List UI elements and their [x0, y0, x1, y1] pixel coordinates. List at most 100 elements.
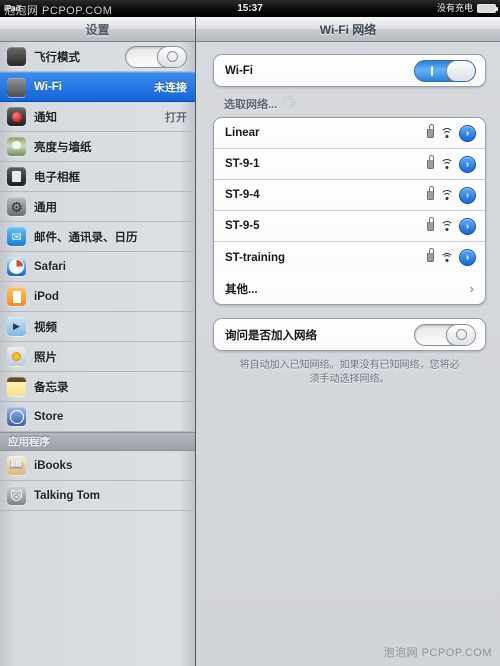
network-row-accessories: ›	[427, 185, 476, 204]
network-detail-chevron-icon[interactable]: ›	[459, 217, 476, 235]
ask-to-join-footnote: 将自动加入已知网络。如果没有已知网络，您将必须手动选择网络。	[239, 360, 460, 385]
network-name: ST-9-4	[225, 189, 260, 201]
sidebar-section-header-apps: 应用程序	[0, 432, 195, 451]
ask-to-join-row[interactable]: 询问是否加入网络	[214, 319, 485, 350]
sidebar-item-value: 打开	[165, 111, 187, 124]
airplane-mode-toggle-switch[interactable]	[125, 45, 187, 68]
airplane-icon	[7, 47, 26, 66]
network-detail-chevron-icon[interactable]: ›	[459, 124, 476, 142]
wifi-signal-icon	[440, 128, 453, 138]
store-icon	[7, 407, 26, 426]
wifi-signal-icon	[440, 190, 453, 200]
network-row[interactable]: ST-training ›	[214, 242, 485, 273]
safari-icon	[7, 257, 26, 276]
choose-network-label: 选取网络...	[224, 99, 278, 111]
sidebar-item-7[interactable]: Safari	[0, 252, 195, 282]
network-row[interactable]: ST-9-5 ›	[214, 211, 485, 242]
sidebar-item-label: 通知	[34, 111, 57, 124]
sidebar-item-3[interactable]: 亮度与墙纸	[0, 132, 195, 162]
sidebar-item-label: 亮度与墙纸	[34, 141, 92, 154]
settings-title: 设置	[85, 22, 110, 37]
general-gear-icon	[7, 197, 26, 216]
ask-to-join-group: 询问是否加入网络	[213, 318, 486, 351]
wifi-toggle-label: Wi-Fi	[225, 64, 253, 77]
sidebar-item-5[interactable]: 通用	[0, 192, 195, 222]
wifi-toggle-row[interactable]: Wi-Fi	[214, 55, 485, 86]
settings-title-bar: 设置	[0, 17, 196, 42]
sidebar-item-10[interactable]: 照片	[0, 342, 195, 372]
network-detail-chevron-icon[interactable]: ›	[459, 249, 476, 266]
wifi-settings-panel: Wi-Fi 选取网络... Linear › ST-9-1 › ST-9-4 › ST-9-…	[196, 42, 500, 666]
wifi-toggle-switch[interactable]	[414, 59, 476, 82]
video-icon	[7, 317, 26, 336]
sidebar-item-6[interactable]: 邮件、通讯录、日历	[0, 222, 195, 252]
sidebar-item-0[interactable]: iBooks	[0, 451, 195, 481]
sidebar-item-11[interactable]: 备忘录	[0, 372, 195, 402]
notes-icon	[7, 377, 26, 396]
navigation-bars: 设置 Wi-Fi 网络	[0, 17, 500, 42]
settings-sidebar[interactable]: 飞行模式 Wi-Fi 未连接通知 打开亮度与墙纸电子相框通用邮件、通讯录、日历 Safa…	[0, 42, 196, 666]
ask-to-join-label: 询问是否加入网络	[225, 329, 317, 342]
network-row[interactable]: ST-9-4 ›	[214, 180, 485, 211]
ask-to-join-toggle-switch[interactable]	[414, 323, 476, 346]
sidebar-item-label: 通用	[34, 201, 57, 214]
lock-icon	[427, 123, 434, 138]
sidebar-item-4[interactable]: 电子相框	[0, 162, 195, 192]
mail-icon	[7, 227, 26, 246]
network-name: ST-9-1	[225, 158, 260, 170]
sidebar-item-label: 电子相框	[34, 171, 80, 184]
lock-icon	[427, 216, 434, 231]
wifi-signal-icon	[440, 159, 453, 169]
status-bar: iPad 15:37 没有充电	[0, 0, 500, 17]
network-row-accessories: ›	[427, 123, 476, 142]
battery-status: 没有充电	[436, 0, 498, 17]
sidebar-item-value: 未连接	[154, 82, 187, 94]
network-name: Linear	[225, 127, 260, 139]
network-detail-chevron-icon[interactable]: ›	[459, 186, 476, 204]
sidebar-item-1[interactable]: Wi-Fi 未连接	[0, 72, 195, 102]
network-row-accessories: ›	[427, 154, 476, 173]
sidebar-item-9[interactable]: 视频	[0, 312, 195, 342]
network-detail-chevron-icon[interactable]: ›	[459, 155, 476, 173]
sidebar-item-label: Store	[34, 410, 64, 423]
battery-icon	[477, 4, 498, 13]
sidebar-item-0[interactable]: 飞行模式	[0, 42, 195, 72]
picture-frame-icon	[7, 167, 26, 186]
network-list-group: Linear › ST-9-1 › ST-9-4 › ST-9-5 › ST-training ›…	[213, 117, 486, 305]
lock-icon	[427, 154, 434, 169]
sidebar-item-label: 飞行模式	[34, 51, 80, 64]
network-name: ST-9-5	[225, 220, 260, 232]
sidebar-item-label: Wi-Fi	[34, 81, 62, 93]
network-row-accessories: ›	[427, 248, 476, 266]
sidebar-item-label: 视频	[34, 321, 57, 334]
wifi-icon	[7, 77, 26, 97]
sidebar-item-label: Talking Tom	[34, 489, 101, 502]
wifi-networks-title: Wi-Fi 网络	[319, 22, 377, 37]
other-network-label: 其他...	[225, 283, 258, 296]
sidebar-item-1[interactable]: Talking Tom	[0, 481, 195, 511]
status-bar-clock: 15:37	[237, 3, 263, 14]
wifi-toggle-group: Wi-Fi	[213, 54, 486, 87]
wifi-signal-icon	[440, 221, 453, 231]
apps-header-label: 应用程序	[8, 436, 50, 448]
lock-icon	[427, 248, 434, 262]
ibooks-icon	[7, 456, 26, 475]
network-row[interactable]: Linear ›	[214, 118, 485, 149]
ipad-settings-screen: iPad 15:37 没有充电 设置 Wi-Fi 网络 飞行模式 Wi-Fi 未连接…	[0, 0, 500, 666]
photos-icon	[7, 347, 26, 366]
split-view: 飞行模式 Wi-Fi 未连接通知 打开亮度与墙纸电子相框通用邮件、通讯录、日历 Safa…	[0, 42, 500, 666]
sidebar-item-label: 备忘录	[34, 381, 69, 394]
sidebar-item-label: iBooks	[34, 459, 73, 472]
other-network-row[interactable]: 其他... ›	[214, 273, 485, 304]
sidebar-item-8[interactable]: iPod	[0, 282, 195, 312]
network-row[interactable]: ST-9-1 ›	[214, 149, 485, 180]
ipod-icon	[7, 287, 26, 306]
network-name: ST-training	[225, 251, 286, 264]
notifications-icon	[7, 107, 26, 126]
sidebar-item-12[interactable]: Store	[0, 402, 195, 432]
choose-network-header: 选取网络...	[224, 95, 486, 112]
battery-label: 没有充电	[436, 3, 473, 13]
talking-tom-icon	[7, 486, 26, 505]
sidebar-item-2[interactable]: 通知 打开	[0, 102, 195, 132]
network-row-accessories: ›	[427, 216, 476, 235]
